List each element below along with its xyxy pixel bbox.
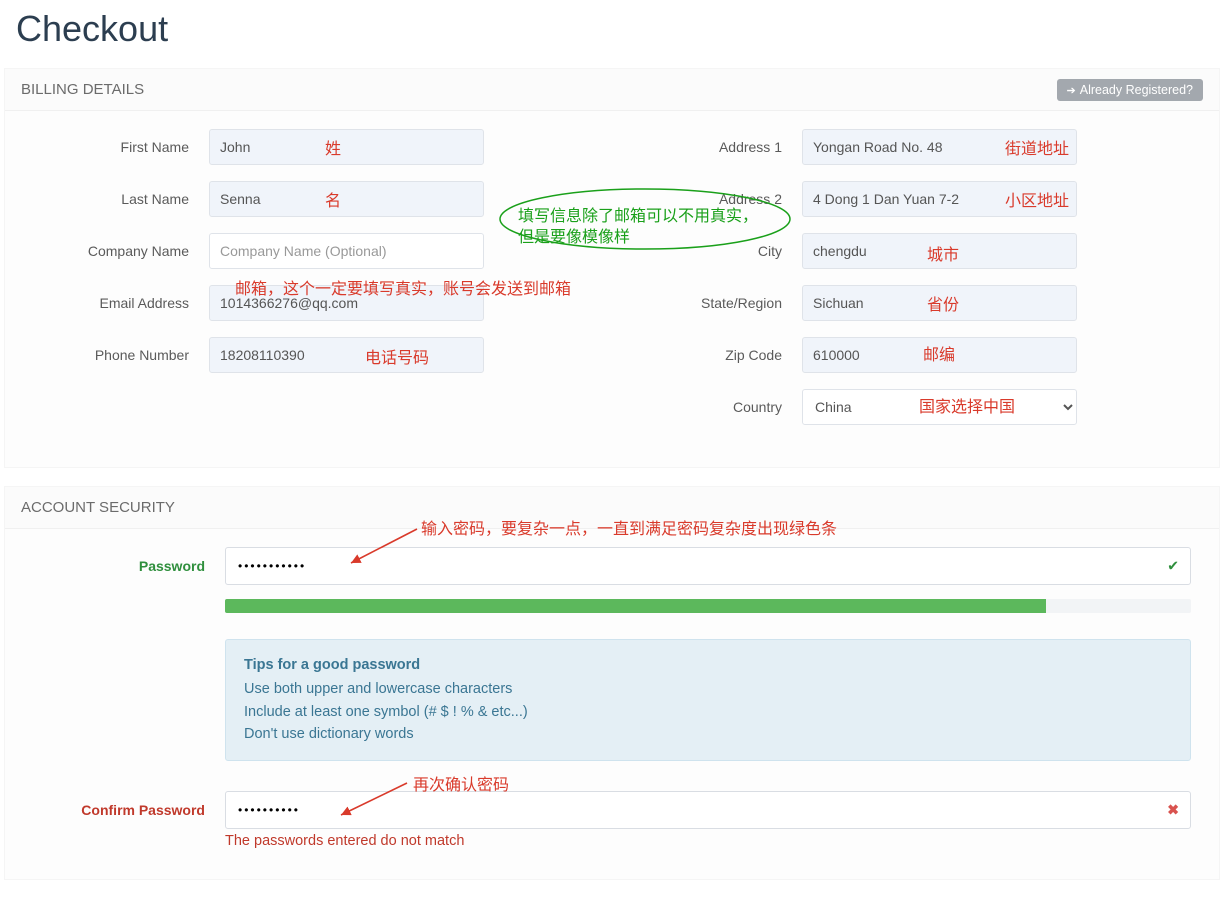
state-input[interactable]: [802, 285, 1077, 321]
tips-title: Tips for a good password: [244, 654, 1172, 676]
check-icon: ✔: [1167, 558, 1179, 575]
email-label: Email Address: [19, 295, 209, 311]
first-name-label: First Name: [19, 139, 209, 155]
city-input[interactable]: [802, 233, 1077, 269]
address1-label: Address 1: [612, 139, 802, 155]
already-registered-button[interactable]: Already Registered?: [1057, 79, 1203, 101]
login-icon: [1067, 83, 1076, 97]
last-name-label: Last Name: [19, 191, 209, 207]
address1-input[interactable]: [802, 129, 1077, 165]
zip-input[interactable]: [802, 337, 1077, 373]
password-strength-bar: [225, 599, 1191, 613]
tips-line-1: Use both upper and lowercase characters: [244, 678, 1172, 700]
x-icon: ✖: [1167, 801, 1179, 818]
zip-label: Zip Code: [612, 347, 802, 363]
password-label: Password: [19, 558, 225, 574]
password-input[interactable]: [225, 547, 1191, 585]
phone-label: Phone Number: [19, 347, 209, 363]
company-input[interactable]: [209, 233, 484, 269]
confirm-password-input[interactable]: [225, 791, 1191, 829]
company-label: Company Name: [19, 243, 209, 259]
phone-input[interactable]: [209, 337, 484, 373]
state-label: State/Region: [612, 295, 802, 311]
address2-label: Address 2: [612, 191, 802, 207]
country-label: Country: [612, 399, 802, 415]
city-label: City: [612, 243, 802, 259]
tips-line-3: Don't use dictionary words: [244, 723, 1172, 745]
security-heading-text: ACCOUNT SECURITY: [21, 499, 175, 516]
country-select[interactable]: China: [802, 389, 1077, 425]
security-panel: ACCOUNT SECURITY Password ✔ Tips for a g…: [4, 486, 1220, 880]
tips-line-2: Include at least one symbol (# $ ! % & e…: [244, 701, 1172, 723]
billing-panel: BILLING DETAILS Already Registered? Firs…: [4, 68, 1220, 468]
already-registered-label: Already Registered?: [1080, 83, 1193, 97]
password-tips-box: Tips for a good password Use both upper …: [225, 639, 1191, 761]
billing-heading-text: BILLING DETAILS: [21, 81, 144, 98]
last-name-input[interactable]: [209, 181, 484, 217]
first-name-input[interactable]: [209, 129, 484, 165]
email-input[interactable]: [209, 285, 484, 321]
password-strength-fill: [225, 599, 1046, 613]
page-title: Checkout: [16, 8, 1224, 50]
confirm-password-label: Confirm Password: [19, 802, 225, 818]
security-header: ACCOUNT SECURITY: [5, 487, 1219, 529]
password-error-text: The passwords entered do not match: [225, 833, 1205, 849]
billing-header: BILLING DETAILS Already Registered?: [5, 69, 1219, 111]
address2-input[interactable]: [802, 181, 1077, 217]
